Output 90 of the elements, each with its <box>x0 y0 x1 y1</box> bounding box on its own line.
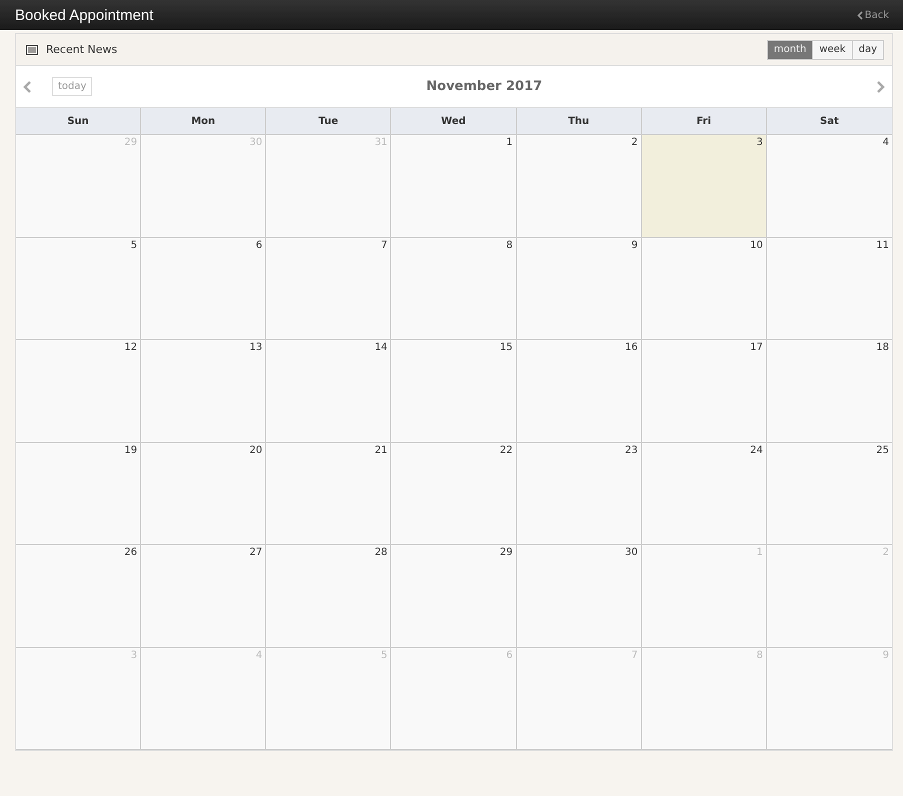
day-cell[interactable]: 4 <box>766 135 892 238</box>
day-number: 4 <box>882 137 889 148</box>
day-number: 24 <box>750 444 763 456</box>
day-number: 30 <box>250 137 262 148</box>
day-cell[interactable]: 19 <box>16 442 142 545</box>
weekday-header: Mon <box>141 108 266 135</box>
view-tab[interactable]: day <box>852 40 884 60</box>
day-number: 20 <box>250 444 262 456</box>
day-number: 6 <box>256 240 262 250</box>
day-cell[interactable]: 23 <box>516 442 642 545</box>
calendar-title: November 2017 <box>426 79 542 94</box>
day-cell[interactable]: 1 <box>391 135 517 238</box>
day-number: 29 <box>124 137 138 148</box>
day-cell[interactable]: 5 <box>16 238 142 340</box>
day-cell[interactable]: 13 <box>141 340 266 442</box>
day-number: 23 <box>624 444 638 456</box>
weekday-header: Wed <box>391 108 517 135</box>
day-number: 31 <box>374 137 388 148</box>
day-cell[interactable]: 30 <box>516 545 642 648</box>
day-number: 18 <box>876 342 889 353</box>
day-cell[interactable]: 20 <box>141 442 266 545</box>
day-number: 9 <box>882 650 889 660</box>
weekday-header: Sat <box>766 108 892 135</box>
day-cell[interactable]: 8 <box>391 238 517 340</box>
day-number: 17 <box>750 342 763 353</box>
day-number: 8 <box>756 650 763 660</box>
day-cell[interactable]: 14 <box>266 340 392 442</box>
view-tab[interactable]: month <box>766 40 814 60</box>
day-number: 11 <box>876 240 889 250</box>
day-number: 2 <box>631 137 638 148</box>
day-number: 21 <box>374 444 388 456</box>
day-cell[interactable]: 7 <box>266 238 392 340</box>
day-cell[interactable]: 2 <box>516 135 642 238</box>
next-icon[interactable] <box>876 80 886 94</box>
day-number: 1 <box>756 547 763 558</box>
day-cell[interactable]: 25 <box>766 442 892 545</box>
day-number: 15 <box>500 342 513 353</box>
day-cell[interactable]: 3 <box>642 135 767 238</box>
day-number: 13 <box>250 342 262 353</box>
day-number: 7 <box>631 650 638 660</box>
day-number: 14 <box>374 342 388 353</box>
day-cell[interactable]: 11 <box>766 238 892 340</box>
news-icon <box>26 44 38 54</box>
day-number: 3 <box>756 137 763 148</box>
weekday-header: Fri <box>642 108 767 135</box>
day-cell[interactable]: 6 <box>141 238 266 340</box>
day-cell[interactable]: 24 <box>642 442 767 545</box>
day-cell[interactable]: 22 <box>391 442 517 545</box>
day-number: 8 <box>506 240 513 250</box>
day-cell[interactable]: 16 <box>516 340 642 442</box>
day-number: 2 <box>882 547 889 558</box>
back-link[interactable]: Back <box>856 10 889 20</box>
day-number: 22 <box>500 444 513 456</box>
day-number: 19 <box>124 444 138 456</box>
day-cell[interactable]: 15 <box>391 340 517 442</box>
day-cell[interactable]: 28 <box>266 545 392 648</box>
panel-title: Recent News <box>46 43 118 56</box>
day-cell[interactable]: 26 <box>16 545 142 648</box>
day-number: 7 <box>381 240 388 250</box>
day-number: 26 <box>124 547 138 558</box>
day-number: 10 <box>750 240 763 250</box>
chevron-left-icon <box>856 10 863 20</box>
day-number: 29 <box>500 547 513 558</box>
day-number: 4 <box>256 650 262 660</box>
weekday-header: Thu <box>516 108 642 135</box>
day-cell[interactable]: 27 <box>141 545 266 648</box>
day-cell[interactable]: 9 <box>516 238 642 340</box>
day-number: 16 <box>624 342 638 353</box>
day-number: 28 <box>374 547 388 558</box>
weekday-header: Tue <box>266 108 392 135</box>
day-number: 5 <box>381 650 388 660</box>
day-cell[interactable]: 21 <box>266 442 392 545</box>
day-number: 9 <box>631 240 638 250</box>
day-cell[interactable]: 17 <box>642 340 767 442</box>
day-number: 12 <box>124 342 138 353</box>
day-cell[interactable]: 12 <box>16 340 142 442</box>
day-number: 1 <box>506 137 513 148</box>
day-number: 3 <box>130 650 138 660</box>
previous-icon[interactable] <box>22 80 32 94</box>
view-tab[interactable]: week <box>812 40 853 60</box>
day-number: 5 <box>130 240 138 250</box>
day-cell[interactable]: 29 <box>391 545 517 648</box>
day-number: 27 <box>250 547 262 558</box>
day-number: 25 <box>876 444 889 456</box>
weekday-header: Sun <box>16 108 142 135</box>
day-cell[interactable]: 18 <box>766 340 892 442</box>
day-number: 30 <box>624 547 638 558</box>
day-number: 6 <box>506 650 513 660</box>
day-cell[interactable]: 10 <box>642 238 767 340</box>
window-title: Booked Appointment <box>15 6 154 24</box>
